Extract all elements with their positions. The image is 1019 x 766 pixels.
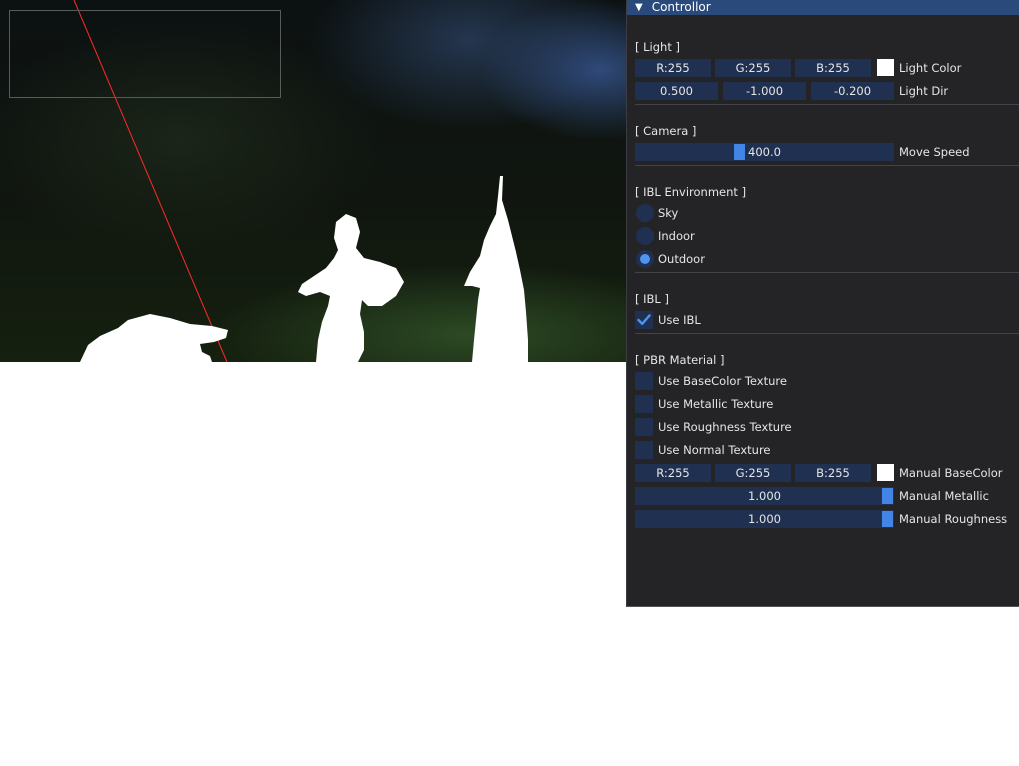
light-color-g-field[interactable]: G:255	[715, 59, 791, 77]
separator	[635, 104, 1019, 105]
model-silhouette-right	[464, 176, 528, 362]
model-silhouette-left	[80, 314, 228, 362]
move-speed-value: 400.0	[748, 145, 781, 159]
separator	[635, 333, 1019, 334]
light-dir-x-field[interactable]: 0.500	[635, 82, 718, 100]
roughness-label: Manual Roughness	[899, 512, 1008, 526]
separator	[635, 272, 1019, 273]
metallic-label: Manual Metallic	[899, 489, 989, 503]
section-camera: [ Camera ]	[635, 124, 697, 138]
light-dir-z-field[interactable]: -0.200	[811, 82, 894, 100]
metallic-value: 1.000	[748, 489, 781, 503]
light-dir-label: Light Dir	[899, 84, 949, 98]
roughness-slider[interactable]: 1.000	[635, 510, 894, 528]
section-pbr-material: [ PBR Material ]	[635, 353, 725, 367]
collapse-triangle-icon[interactable]: ▼	[635, 0, 643, 15]
section-ibl: [ IBL ]	[635, 292, 669, 306]
radio-indoor-label[interactable]: Indoor	[658, 227, 695, 245]
use-basecolor-texture-checkbox[interactable]	[635, 372, 653, 390]
move-speed-label: Move Speed	[899, 145, 970, 159]
radio-sky-label[interactable]: Sky	[658, 204, 678, 222]
use-normal-texture-label[interactable]: Use Normal Texture	[658, 441, 771, 459]
checkmark-icon	[637, 314, 651, 325]
debug-overlay-box	[9, 10, 281, 98]
light-color-r-field[interactable]: R:255	[635, 59, 711, 77]
radio-outdoor-label[interactable]: Outdoor	[658, 250, 705, 268]
use-ibl-checkbox[interactable]	[635, 311, 653, 329]
panel-title-bar[interactable]: ▼ Controllor	[627, 0, 1019, 15]
separator	[635, 165, 1019, 166]
base-color-g-field[interactable]: G:255	[715, 464, 791, 482]
metallic-slider[interactable]: 1.000	[635, 487, 894, 505]
section-ibl-environment: [ IBL Environment ]	[635, 185, 747, 199]
use-roughness-texture-checkbox[interactable]	[635, 418, 653, 436]
base-color-swatch[interactable]	[877, 464, 894, 481]
controller-panel: ▼ Controllor [ Light ] R:255 G:255 B:255…	[626, 0, 1019, 607]
radio-sky[interactable]	[636, 204, 654, 222]
use-roughness-texture-label[interactable]: Use Roughness Texture	[658, 418, 792, 436]
radio-outdoor[interactable]	[636, 250, 654, 268]
roughness-value: 1.000	[748, 512, 781, 526]
move-speed-slider[interactable]: 400.0	[635, 143, 894, 161]
use-basecolor-texture-label[interactable]: Use BaseColor Texture	[658, 372, 787, 390]
metallic-slider-grab[interactable]	[882, 488, 893, 504]
light-color-b-field[interactable]: B:255	[795, 59, 871, 77]
light-color-swatch[interactable]	[877, 59, 894, 76]
section-light: [ Light ]	[635, 40, 680, 54]
model-silhouette-middle	[298, 214, 404, 362]
light-dir-y-field[interactable]: -1.000	[723, 82, 806, 100]
base-color-b-field[interactable]: B:255	[795, 464, 871, 482]
use-normal-texture-checkbox[interactable]	[635, 441, 653, 459]
light-color-label: Light Color	[899, 61, 962, 75]
radio-indoor[interactable]	[636, 227, 654, 245]
base-color-r-field[interactable]: R:255	[635, 464, 711, 482]
use-ibl-label[interactable]: Use IBL	[658, 311, 701, 329]
use-metallic-texture-checkbox[interactable]	[635, 395, 653, 413]
panel-title: Controllor	[651, 0, 711, 14]
move-speed-slider-grab[interactable]	[734, 144, 745, 160]
use-metallic-texture-label[interactable]: Use Metallic Texture	[658, 395, 773, 413]
roughness-slider-grab[interactable]	[882, 511, 893, 527]
base-color-label: Manual BaseColor	[899, 466, 1003, 480]
